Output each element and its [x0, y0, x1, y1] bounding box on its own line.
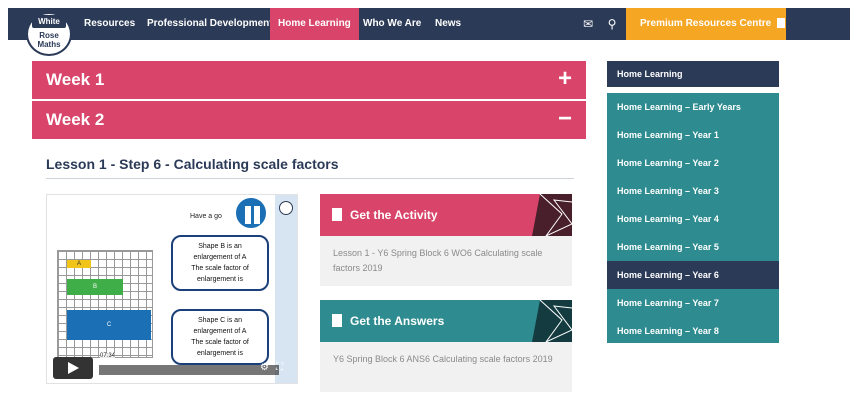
sidebar-item-year-5[interactable]: Home Learning – Year 5: [607, 233, 779, 261]
logo-maths: Maths: [37, 40, 61, 49]
bubble-2-line: Shape C is an: [198, 317, 242, 324]
document-icon: [332, 314, 342, 327]
sidebar-item-year-2[interactable]: Home Learning – Year 2: [607, 149, 779, 177]
nav-link-resources[interactable]: Resources: [76, 8, 143, 40]
answers-card-header[interactable]: Get the Answers: [320, 300, 572, 342]
geometric-corner-icon: [532, 300, 572, 342]
geometric-corner-icon: [532, 194, 572, 236]
bubble-1-line: enlargement of A: [193, 254, 247, 261]
bubble-1-line: enlargement is: [197, 276, 243, 283]
speech-bubble-1: Shape B is an enlargement of A The scale…: [171, 235, 269, 291]
nav-link-professional-development[interactable]: Professional Development: [139, 8, 281, 40]
pause-icon[interactable]: [233, 195, 269, 231]
logo[interactable]: White Rose Maths: [26, 12, 72, 56]
activity-card-header[interactable]: Get the Activity: [320, 194, 572, 236]
bubble-1-line: Shape B is an: [198, 243, 242, 250]
activity-description: Lesson 1 - Y6 Spring Block 6 WO6 Calcula…: [333, 248, 543, 273]
sidebar-item-early-years[interactable]: Home Learning – Early Years: [607, 93, 779, 121]
bubble-1-line: The scale factor of: [191, 265, 249, 272]
sidebar-item-year-3[interactable]: Home Learning – Year 3: [607, 177, 779, 205]
progress-bar[interactable]: [99, 365, 279, 375]
lesson-title: Lesson 1 - Step 6 - Calculating scale fa…: [46, 156, 339, 172]
bubble-2-line: The scale factor of: [191, 339, 249, 346]
expand-icon[interactable]: +: [558, 65, 572, 93]
accordion-week-1[interactable]: Week 1 +: [32, 61, 586, 99]
document-icon: [332, 208, 342, 221]
document-icon: [777, 18, 786, 29]
premium-resources-button[interactable]: Premium Resources Centre: [626, 8, 786, 40]
answers-title: Get the Answers: [350, 314, 445, 328]
nav-link-news[interactable]: News: [427, 8, 469, 40]
sidebar-item-year-4[interactable]: Home Learning – Year 4: [607, 205, 779, 233]
sidebar-item-year-1[interactable]: Home Learning – Year 1: [607, 121, 779, 149]
top-nav: Resources Professional Development Home …: [8, 8, 850, 40]
premium-label: Premium Resources Centre: [640, 18, 772, 29]
video-controls: 07:34 ⚙ ⛶: [47, 353, 297, 383]
sidebar-heading[interactable]: Home Learning: [607, 61, 779, 87]
play-icon[interactable]: [53, 357, 93, 379]
sidebar-item-year-6[interactable]: Home Learning – Year 6: [607, 261, 779, 289]
week-2-label: Week 2: [46, 110, 105, 129]
bubble-2-line: enlargement of A: [193, 328, 247, 335]
fullscreen-icon[interactable]: ⛶: [276, 362, 283, 373]
video-player[interactable]: Have a go A B C Shape B is an enlargemen…: [46, 194, 298, 384]
sidebar-item-year-8[interactable]: Home Learning – Year 8: [607, 317, 779, 345]
collapse-icon[interactable]: −: [558, 105, 572, 133]
badge-icon: [279, 201, 293, 215]
week-1-label: Week 1: [46, 70, 105, 89]
shape-a: A: [67, 260, 91, 268]
logo-rose: Rose: [39, 31, 59, 40]
logo-white: White: [32, 15, 66, 28]
shape-c: C: [67, 310, 151, 340]
nav-link-home-learning[interactable]: Home Learning: [270, 8, 359, 40]
activity-card[interactable]: Get the Activity Lesson 1 - Y6 Spring Bl…: [320, 194, 572, 286]
search-icon[interactable]: ⚲: [603, 8, 621, 40]
timecode: 07:34: [100, 353, 116, 359]
answers-card[interactable]: Get the Answers Y6 Spring Block 6 ANS6 C…: [320, 300, 572, 392]
shape-b: B: [67, 279, 123, 295]
settings-icon[interactable]: ⚙: [260, 362, 269, 373]
mail-icon[interactable]: ✉: [579, 8, 597, 40]
activity-title: Get the Activity: [350, 208, 438, 222]
nav-link-who-we-are[interactable]: Who We Are: [355, 8, 429, 40]
sidebar-nav: Home Learning – Early Years Home Learnin…: [607, 93, 779, 343]
sidebar-item-year-7[interactable]: Home Learning – Year 7: [607, 289, 779, 317]
answers-description: Y6 Spring Block 6 ANS6 Calculating scale…: [333, 354, 553, 364]
have-a-go-text: Have a go: [190, 213, 222, 220]
accordion-week-2[interactable]: Week 2 −: [32, 101, 586, 139]
divider: [46, 178, 574, 179]
